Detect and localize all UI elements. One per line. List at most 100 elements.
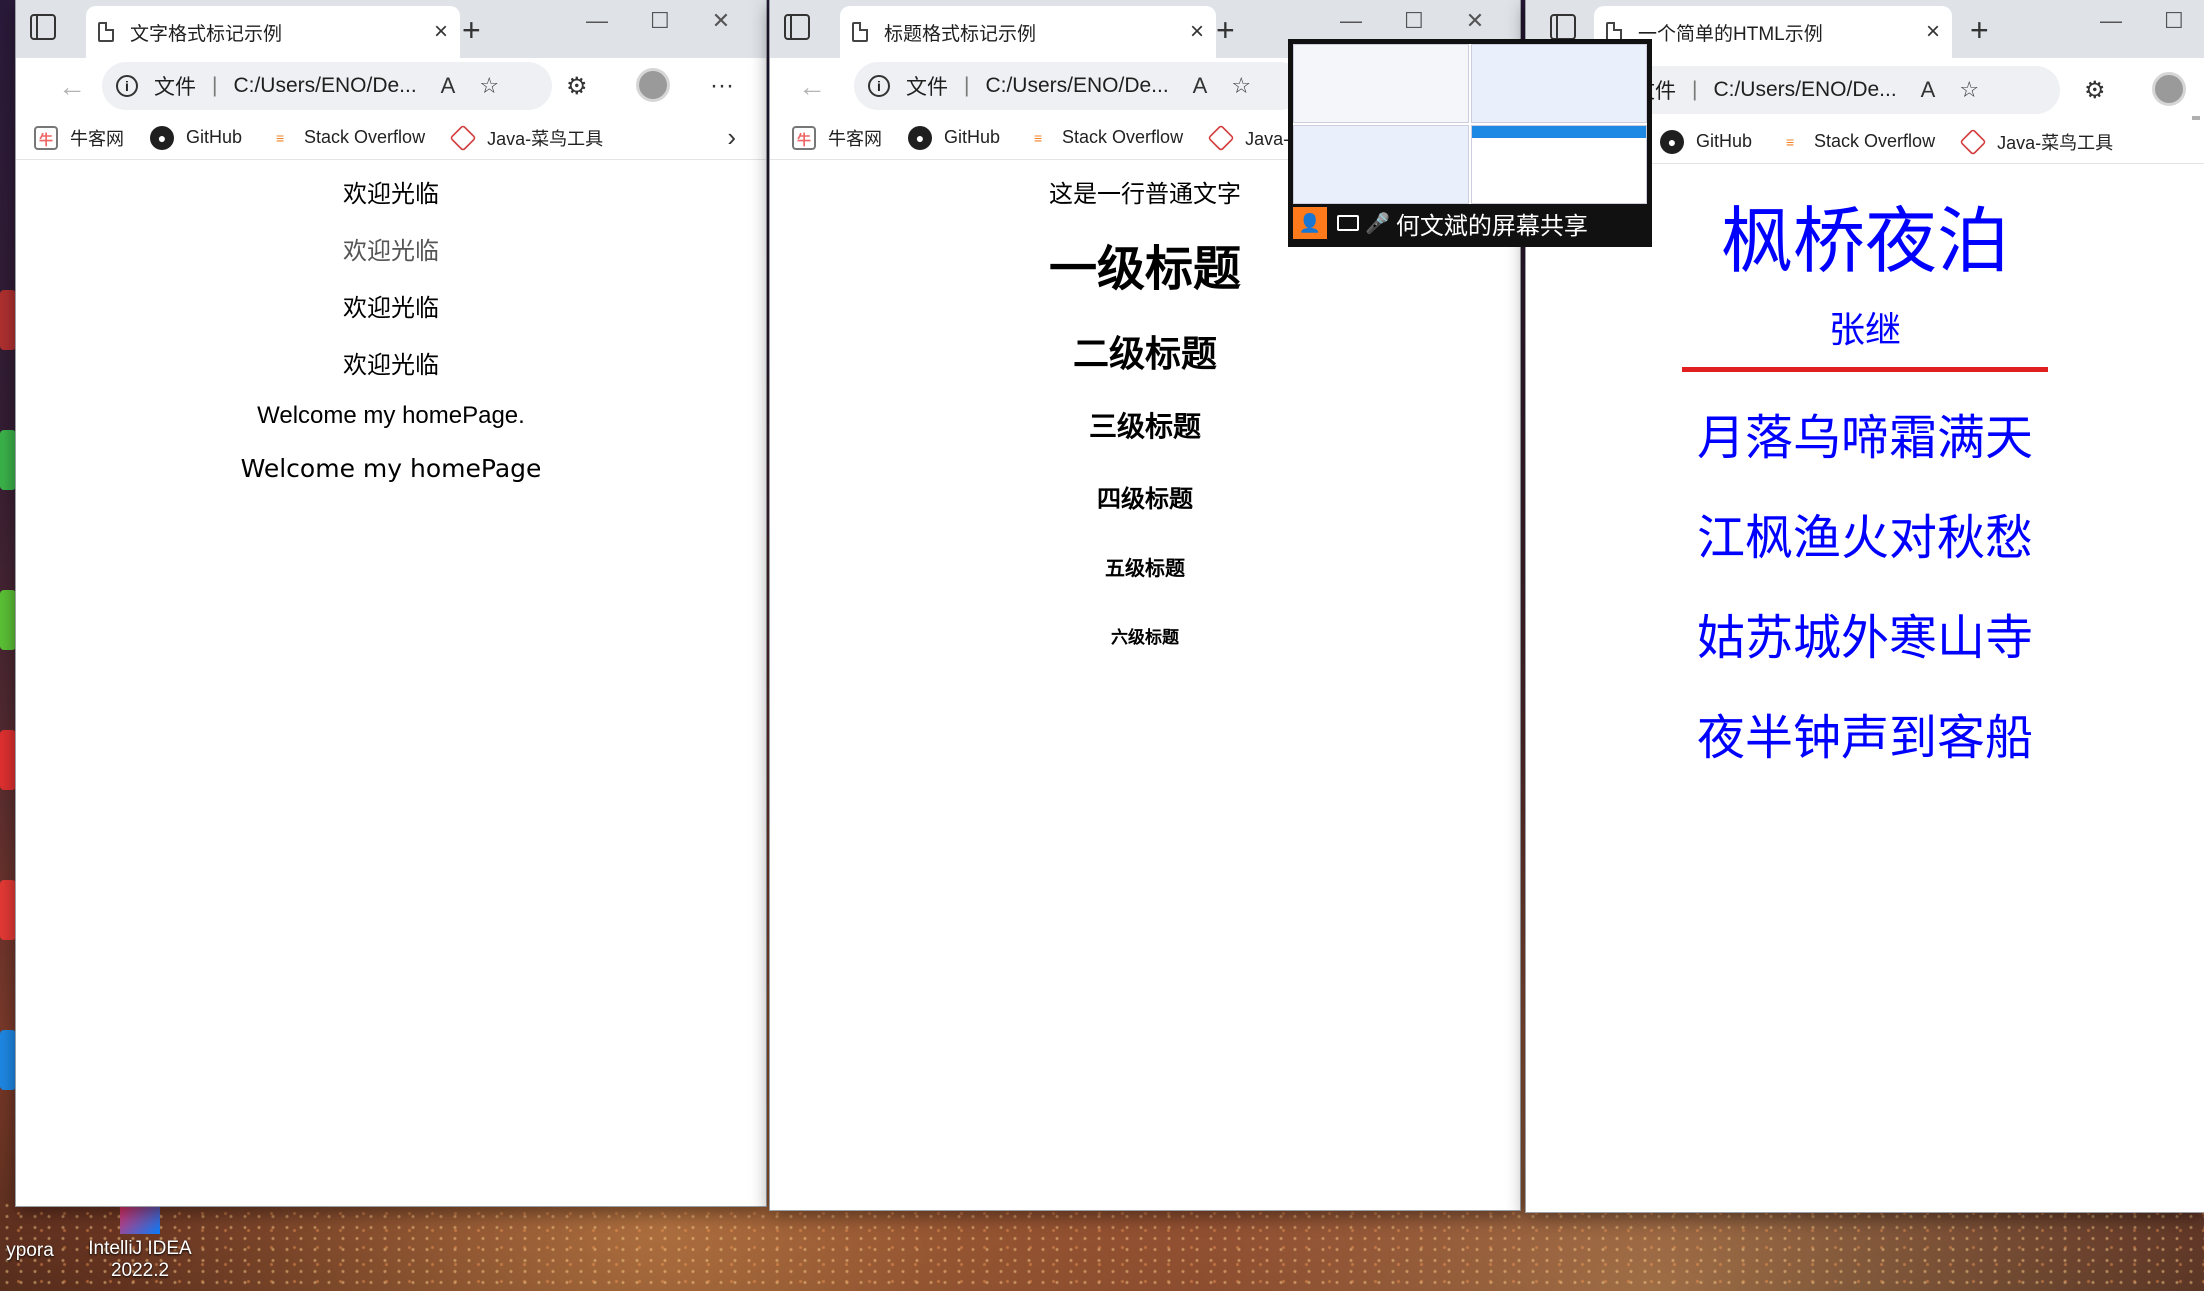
info-icon[interactable]: i	[116, 75, 138, 97]
bookmark-github[interactable]: ● GitHub	[150, 125, 243, 150]
bookmark-runoob[interactable]: Java-菜鸟工具	[1959, 127, 2114, 156]
scheme-label: 文件	[154, 76, 196, 99]
desktop-app-icon[interactable]	[0, 1030, 16, 1090]
read-aloud-icon[interactable]: A	[1193, 73, 1208, 99]
extensions-icon[interactable]: ⚙	[2084, 76, 2106, 105]
text-line: 欢迎光临	[343, 237, 439, 265]
stackoverflow-icon: ≡	[1026, 125, 1051, 150]
bookmark-stackoverflow[interactable]: ≡ Stack Overflow	[268, 125, 425, 150]
window-controls: — ☐	[2100, 8, 2184, 34]
bookmark-stackoverflow[interactable]: ≡ Stack Overflow	[1778, 129, 1935, 154]
minimize-icon[interactable]: —	[586, 8, 608, 34]
close-window-icon[interactable]: ✕	[1466, 8, 1484, 34]
tab-actions-icon[interactable]	[30, 14, 56, 40]
maximize-icon[interactable]: ☐	[2164, 8, 2184, 34]
back-arrow-icon[interactable]: ←	[58, 71, 86, 103]
runoob-icon	[449, 123, 477, 152]
runoob-icon	[1207, 123, 1235, 152]
favorites-bar: 牛牛客网 ● GitHub ≡ Stack Overflow Java-菜鸟工具 ›	[16, 116, 766, 160]
bookmark-github[interactable]: ● GitHub	[1660, 129, 1753, 154]
bookmark-label: GitHub	[944, 127, 1001, 147]
profile-avatar[interactable]	[2152, 72, 2186, 106]
thumb-pane	[1471, 125, 1647, 204]
desktop-app-icon[interactable]	[0, 590, 16, 650]
desktop-app-icon[interactable]	[0, 290, 16, 350]
bookmark-runoob[interactable]: Java-菜鸟工具	[449, 123, 603, 152]
stackoverflow-icon: ≡	[268, 125, 293, 150]
desktop-app-icon[interactable]	[0, 880, 16, 940]
text-line: 欢迎光临	[343, 181, 439, 208]
poem-verse: 夜半钟声到客船	[1696, 712, 2033, 765]
tab-active[interactable]: 标题格式标记示例 ×	[840, 6, 1216, 58]
desktop-app-icon[interactable]	[0, 730, 16, 790]
url-text: C:/Users/ENO/De...	[233, 74, 417, 97]
heading-h3: 三级标题	[1088, 411, 1201, 442]
bookmark-label: Java-菜鸟工具	[1997, 132, 2114, 153]
document-icon	[852, 22, 868, 42]
poem-verse: 姑苏城外寒山寺	[1696, 612, 2033, 665]
niuke-icon: 牛	[34, 125, 58, 150]
tab-close-icon[interactable]: ×	[434, 18, 448, 46]
maximize-icon[interactable]: ☐	[1404, 8, 1424, 34]
text-line: Welcome my homePage.	[257, 402, 525, 429]
tab-actions-icon[interactable]	[1550, 14, 1576, 40]
mic-muted-icon[interactable]: 🎤	[1365, 211, 1390, 236]
url-text: C:/Users/ENO/De...	[1713, 78, 1897, 101]
bookmark-label: GitHub	[1696, 131, 1753, 151]
heading-h6: 六级标题	[1111, 628, 1179, 647]
thumb-pane	[1293, 44, 1469, 123]
bookmark-niuke[interactable]: 牛牛客网	[792, 125, 882, 151]
tab-close-icon[interactable]: ×	[1926, 18, 1940, 46]
tab-active[interactable]: 文字格式标记示例 ×	[86, 6, 460, 58]
bookmark-label: 牛客网	[828, 128, 882, 149]
address-bar[interactable]: i 文件 | C:/Users/ENO/De... A ☆	[102, 62, 552, 110]
bookmark-stackoverflow[interactable]: ≡ Stack Overflow	[1026, 125, 1184, 150]
github-icon: ●	[150, 125, 174, 150]
page-content: 这是一行普通文字 一级标题 二级标题 三级标题 四级标题 五级标题 六级标题	[770, 160, 1520, 1210]
document-icon	[98, 22, 114, 42]
niuke-icon: 牛	[792, 125, 816, 150]
page-content: 欢迎光临 欢迎光临 欢迎光临 欢迎光临 Welcome my homePage.…	[16, 160, 766, 1206]
poem-verse: 江枫渔火对秋愁	[1696, 512, 2033, 565]
page-content: 枫桥夜泊 张继 月落乌啼霜满天 江枫渔火对秋愁 姑苏城外寒山寺 夜半钟声到客船	[1526, 164, 2204, 1212]
maximize-icon[interactable]: ☐	[650, 8, 670, 34]
new-tab-button[interactable]: +	[1970, 10, 1989, 50]
favorite-star-icon[interactable]: ☆	[1959, 77, 1979, 103]
bookmark-niuke[interactable]: 牛牛客网	[34, 125, 124, 151]
favorite-star-icon[interactable]: ☆	[1231, 73, 1251, 99]
address-bar[interactable]: 文件 | C:/Users/ENO/De... A ☆	[1620, 66, 2060, 114]
new-tab-button[interactable]: +	[1216, 10, 1235, 50]
screen-share-bar: 👤 🎤 何文斌的屏幕共享	[1293, 204, 1647, 242]
minimize-icon[interactable]: —	[1340, 8, 1362, 34]
more-menu-icon[interactable]: ···	[710, 72, 734, 100]
tab-actions-icon[interactable]	[784, 14, 810, 40]
poem-author: 张继	[1828, 309, 1901, 350]
screen-share-preview[interactable]: 👤 🎤 何文斌的屏幕共享	[1288, 39, 1652, 247]
address-separator: |	[212, 74, 218, 97]
text-line: Welcome my homePage	[240, 454, 542, 483]
text-line: 欢迎光临	[343, 352, 439, 379]
favorite-star-icon[interactable]: ☆	[479, 73, 499, 99]
desktop-icon-typora-label[interactable]: ypora	[0, 1240, 60, 1262]
extensions-icon[interactable]: ⚙	[566, 72, 588, 101]
desktop-icon-intellij[interactable]: IntelliJ IDEA 2022.2	[80, 1200, 200, 1281]
address-bar[interactable]: i 文件 | C:/Users/ENO/De... A ☆	[854, 62, 1304, 110]
new-tab-button[interactable]: +	[462, 10, 481, 50]
close-window-icon[interactable]: ✕	[712, 8, 730, 34]
screen-share-label: 何文斌的屏幕共享	[1395, 212, 1588, 240]
read-aloud-icon[interactable]: A	[441, 73, 456, 99]
read-aloud-icon[interactable]: A	[1921, 77, 1936, 103]
desktop-app-icon[interactable]	[0, 430, 16, 490]
toolbar: ← i 文件 | C:/Users/ENO/De... A ☆ ⚙ ···	[16, 58, 766, 116]
bookmark-label: Stack Overflow	[1062, 127, 1184, 147]
tab-close-icon[interactable]: ×	[1190, 18, 1204, 46]
favorites-more-chevron-icon[interactable]: ›	[727, 122, 736, 153]
tab-title: 一个简单的HTML示例	[1638, 23, 1823, 45]
address-separator: |	[1692, 78, 1698, 101]
profile-avatar[interactable]	[636, 68, 670, 102]
bookmark-github[interactable]: ● GitHub	[908, 125, 1001, 150]
back-arrow-icon[interactable]: ←	[798, 71, 826, 103]
minimize-icon[interactable]: —	[2100, 8, 2122, 34]
info-icon[interactable]: i	[868, 75, 890, 97]
bookmark-label: GitHub	[186, 127, 243, 147]
